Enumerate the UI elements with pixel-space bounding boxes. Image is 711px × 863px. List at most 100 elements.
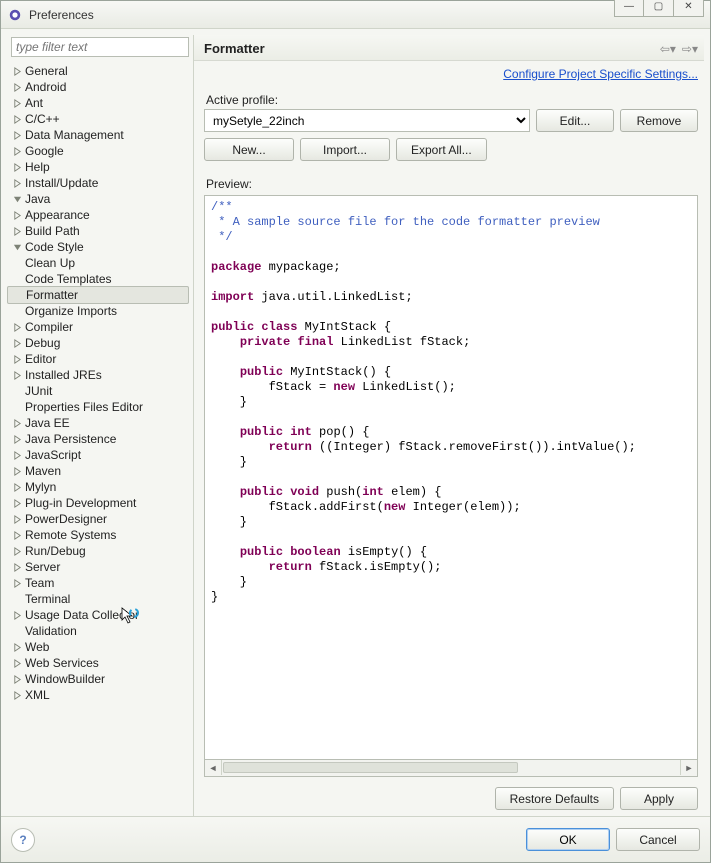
scroll-left-icon[interactable]: ◄ [205,760,222,775]
ok-button[interactable]: OK [526,828,610,851]
edit-button[interactable]: Edit... [536,109,614,132]
expand-icon[interactable] [11,497,23,509]
expand-icon[interactable] [11,561,23,573]
expand-icon[interactable] [11,65,23,77]
expand-icon[interactable] [11,337,23,349]
expand-icon[interactable] [11,113,23,125]
help-button[interactable]: ? [11,828,35,852]
expand-icon[interactable] [11,161,23,173]
export-all-button[interactable]: Export All... [396,138,487,161]
tree-item-appearance[interactable]: Appearance [7,207,193,223]
tree-item-general[interactable]: General [7,63,193,79]
close-button[interactable]: ✕ [674,0,704,17]
forward-button[interactable]: ⇨▾ [682,42,698,56]
expand-icon[interactable] [11,513,23,525]
cancel-button[interactable]: Cancel [616,828,700,851]
tree-item-team[interactable]: Team [7,575,193,591]
remove-button[interactable]: Remove [620,109,698,132]
tree-item-server[interactable]: Server [7,559,193,575]
expand-icon[interactable] [11,81,23,93]
tree-item-google[interactable]: Google [7,143,193,159]
tree-item-install-update[interactable]: Install/Update [7,175,193,191]
tree-item-plugin-dev[interactable]: Plug-in Development [7,495,193,511]
code-preview[interactable]: /** * A sample source file for the code … [204,195,698,760]
configure-project-link[interactable]: Configure Project Specific Settings... [503,67,698,81]
tree-item-formatter[interactable]: Formatter [7,286,189,304]
tree-item-cpp[interactable]: C/C++ [7,111,193,127]
expand-icon[interactable] [11,529,23,541]
tree-item-remote-systems[interactable]: Remote Systems [7,527,193,543]
expand-icon[interactable] [11,209,23,221]
new-button[interactable]: New... [204,138,294,161]
tree-item-junit[interactable]: JUnit [7,383,193,399]
expand-icon[interactable] [11,449,23,461]
import-button[interactable]: Import... [300,138,390,161]
active-profile-select[interactable]: mySetyle_22inch [204,109,530,132]
tree-item-ant[interactable]: Ant [7,95,193,111]
tree-item-code-templates[interactable]: Code Templates [7,271,193,287]
tree-item-usage-data[interactable]: Usage Data Collector [7,607,193,623]
tree-label: C/C++ [25,112,60,126]
expand-icon[interactable] [11,129,23,141]
tree-item-terminal[interactable]: Terminal [7,591,193,607]
tree-item-validation[interactable]: Validation [7,623,193,639]
tree-item-installed-jres[interactable]: Installed JREs [7,367,193,383]
expand-icon[interactable] [11,369,23,381]
tree-item-help[interactable]: Help [7,159,193,175]
tree-item-data-management[interactable]: Data Management [7,127,193,143]
tree-item-build-path[interactable]: Build Path [7,223,193,239]
tree-item-mylyn[interactable]: Mylyn [7,479,193,495]
page-title: Formatter [204,41,265,56]
tree-item-code-style[interactable]: Code Style [7,239,193,255]
expand-icon[interactable] [11,577,23,589]
maximize-button[interactable]: ▢ [644,0,674,17]
expand-icon[interactable] [11,465,23,477]
expand-icon[interactable] [11,689,23,701]
expand-icon[interactable] [11,673,23,685]
expand-icon[interactable] [11,417,23,429]
tree-item-organize-imports[interactable]: Organize Imports [7,303,193,319]
scroll-thumb[interactable] [223,762,518,773]
collapse-icon[interactable] [11,193,23,205]
tree-item-javascript[interactable]: JavaScript [7,447,193,463]
tree-item-java[interactable]: Java [7,191,193,207]
expand-icon[interactable] [11,225,23,237]
filter-input[interactable] [11,37,189,57]
tree-item-compiler[interactable]: Compiler [7,319,193,335]
tree-item-xml[interactable]: XML [7,687,193,703]
tree-item-window-builder[interactable]: WindowBuilder [7,671,193,687]
collapse-icon[interactable] [11,241,23,253]
expand-icon[interactable] [11,177,23,189]
tree-item-run-debug[interactable]: Run/Debug [7,543,193,559]
expand-icon[interactable] [11,353,23,365]
window-controls: — ▢ ✕ [614,0,704,17]
minimize-button[interactable]: — [614,0,644,17]
restore-defaults-button[interactable]: Restore Defaults [495,787,614,810]
expand-icon[interactable] [11,641,23,653]
tree-item-clean-up[interactable]: Clean Up [7,255,193,271]
back-button[interactable]: ⇦▾ [660,42,676,56]
expand-icon[interactable] [11,97,23,109]
tree-item-maven[interactable]: Maven [7,463,193,479]
expand-icon[interactable] [11,609,23,621]
tree-item-java-ee[interactable]: Java EE [7,415,193,431]
scroll-right-icon[interactable]: ► [680,760,697,775]
expand-icon[interactable] [11,481,23,493]
tree-item-web[interactable]: Web [7,639,193,655]
tree-item-java-persistence[interactable]: Java Persistence [7,431,193,447]
tree-item-web-services[interactable]: Web Services [7,655,193,671]
expand-icon[interactable] [11,657,23,669]
tree-item-properties-files-editor[interactable]: Properties Files Editor [7,399,193,415]
preferences-tree[interactable]: General Android Ant C/C++ Data Managemen… [7,61,193,816]
expand-icon[interactable] [11,321,23,333]
expand-icon[interactable] [11,145,23,157]
dialog-footer: ? OK Cancel [1,816,710,862]
tree-item-android[interactable]: Android [7,79,193,95]
horizontal-scrollbar[interactable]: ◄ ► [204,760,698,777]
tree-item-power-designer[interactable]: PowerDesigner [7,511,193,527]
expand-icon[interactable] [11,433,23,445]
apply-button[interactable]: Apply [620,787,698,810]
tree-item-editor[interactable]: Editor [7,351,193,367]
tree-item-debug[interactable]: Debug [7,335,193,351]
expand-icon[interactable] [11,545,23,557]
